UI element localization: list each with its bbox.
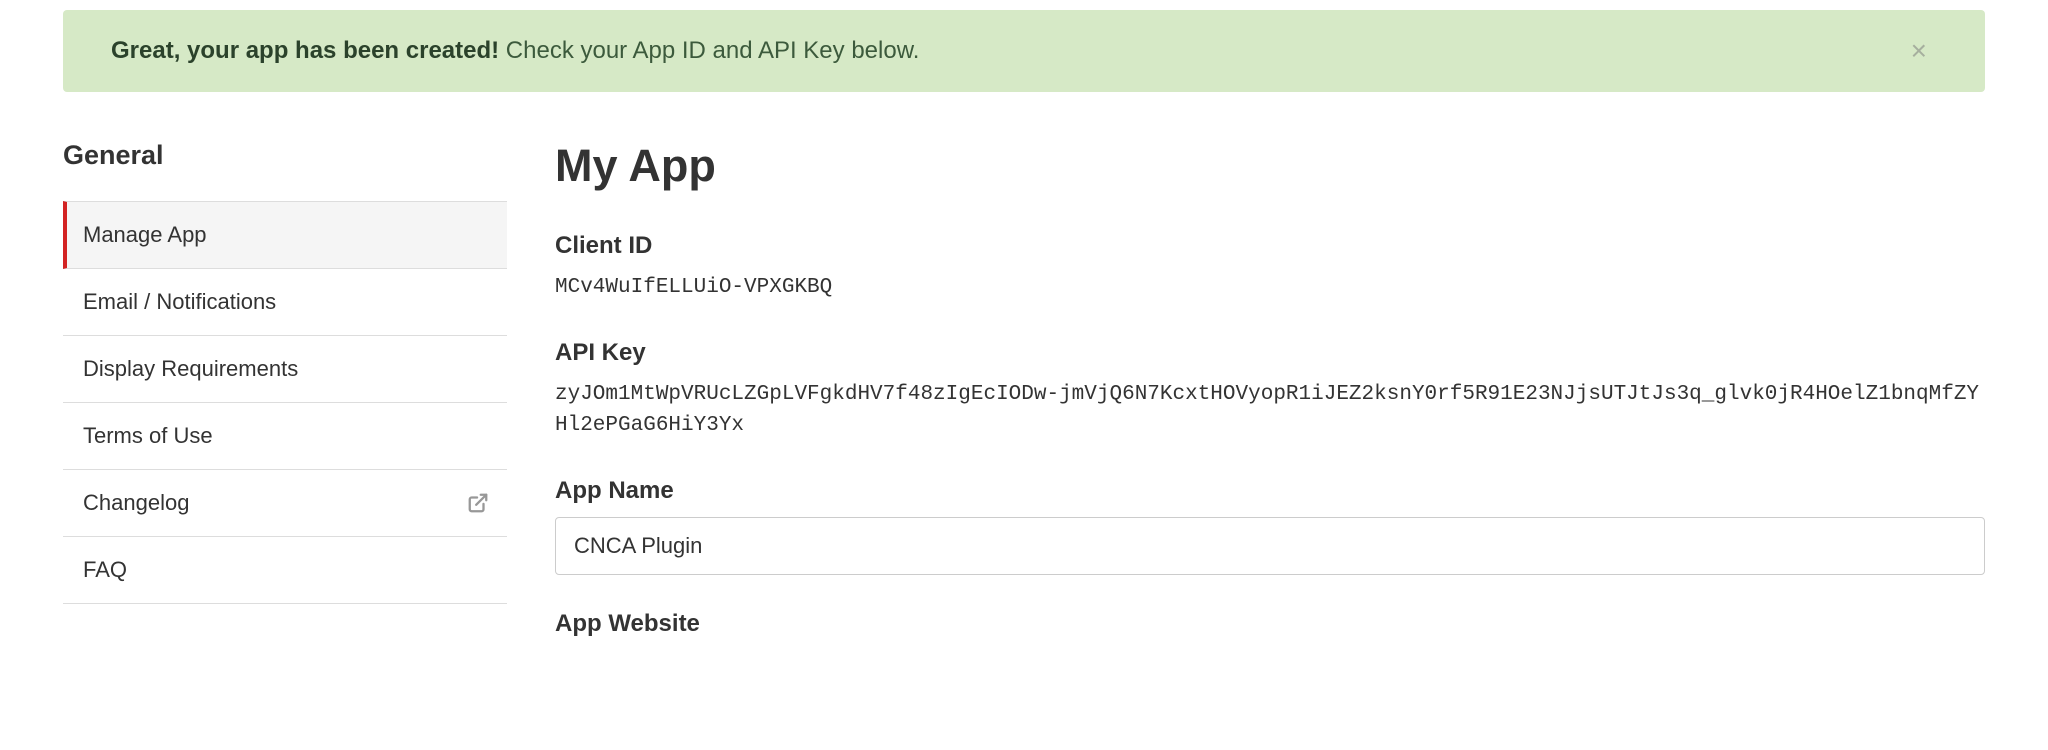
client-id-label: Client ID <box>555 232 1985 260</box>
sidebar-item-faq[interactable]: FAQ <box>63 537 507 604</box>
sidebar-item-label: Manage App <box>83 222 207 248</box>
page-title: My App <box>555 140 1985 192</box>
sidebar-item-changelog[interactable]: Changelog <box>63 470 507 537</box>
sidebar-item-label: Display Requirements <box>83 356 298 382</box>
sidebar-item-label: Terms of Use <box>83 423 213 449</box>
sidebar-item-display-requirements[interactable]: Display Requirements <box>63 336 507 403</box>
api-key-value: zyJOm1MtWpVRUcLZGpLVFgkdHV7f48zIgEcIODw-… <box>555 379 1985 442</box>
external-link-icon <box>467 492 489 514</box>
success-alert: Great, your app has been created! Check … <box>63 10 1985 92</box>
app-name-input[interactable] <box>555 517 1985 575</box>
close-icon[interactable]: × <box>1901 33 1937 69</box>
app-website-label: App Website <box>555 610 1985 638</box>
sidebar-item-label: FAQ <box>83 557 127 583</box>
client-id-value: MCv4WuIfELLUiO-VPXGKBQ <box>555 272 1985 304</box>
sidebar: General Manage App Email / Notifications… <box>63 140 507 650</box>
sidebar-item-terms-of-use[interactable]: Terms of Use <box>63 403 507 470</box>
sidebar-item-label: Changelog <box>83 490 189 516</box>
sidebar-item-manage-app[interactable]: Manage App <box>63 201 507 269</box>
api-key-label: API Key <box>555 339 1985 367</box>
main-content: My App Client ID MCv4WuIfELLUiO-VPXGKBQ … <box>555 140 1985 650</box>
alert-text: Great, your app has been created! Check … <box>111 34 919 68</box>
alert-message: Check your App ID and API Key below. <box>499 37 919 64</box>
alert-bold: Great, your app has been created! <box>111 37 499 64</box>
sidebar-heading: General <box>63 140 507 171</box>
sidebar-item-label: Email / Notifications <box>83 289 276 315</box>
app-name-label: App Name <box>555 477 1985 505</box>
sidebar-item-email-notifications[interactable]: Email / Notifications <box>63 269 507 336</box>
